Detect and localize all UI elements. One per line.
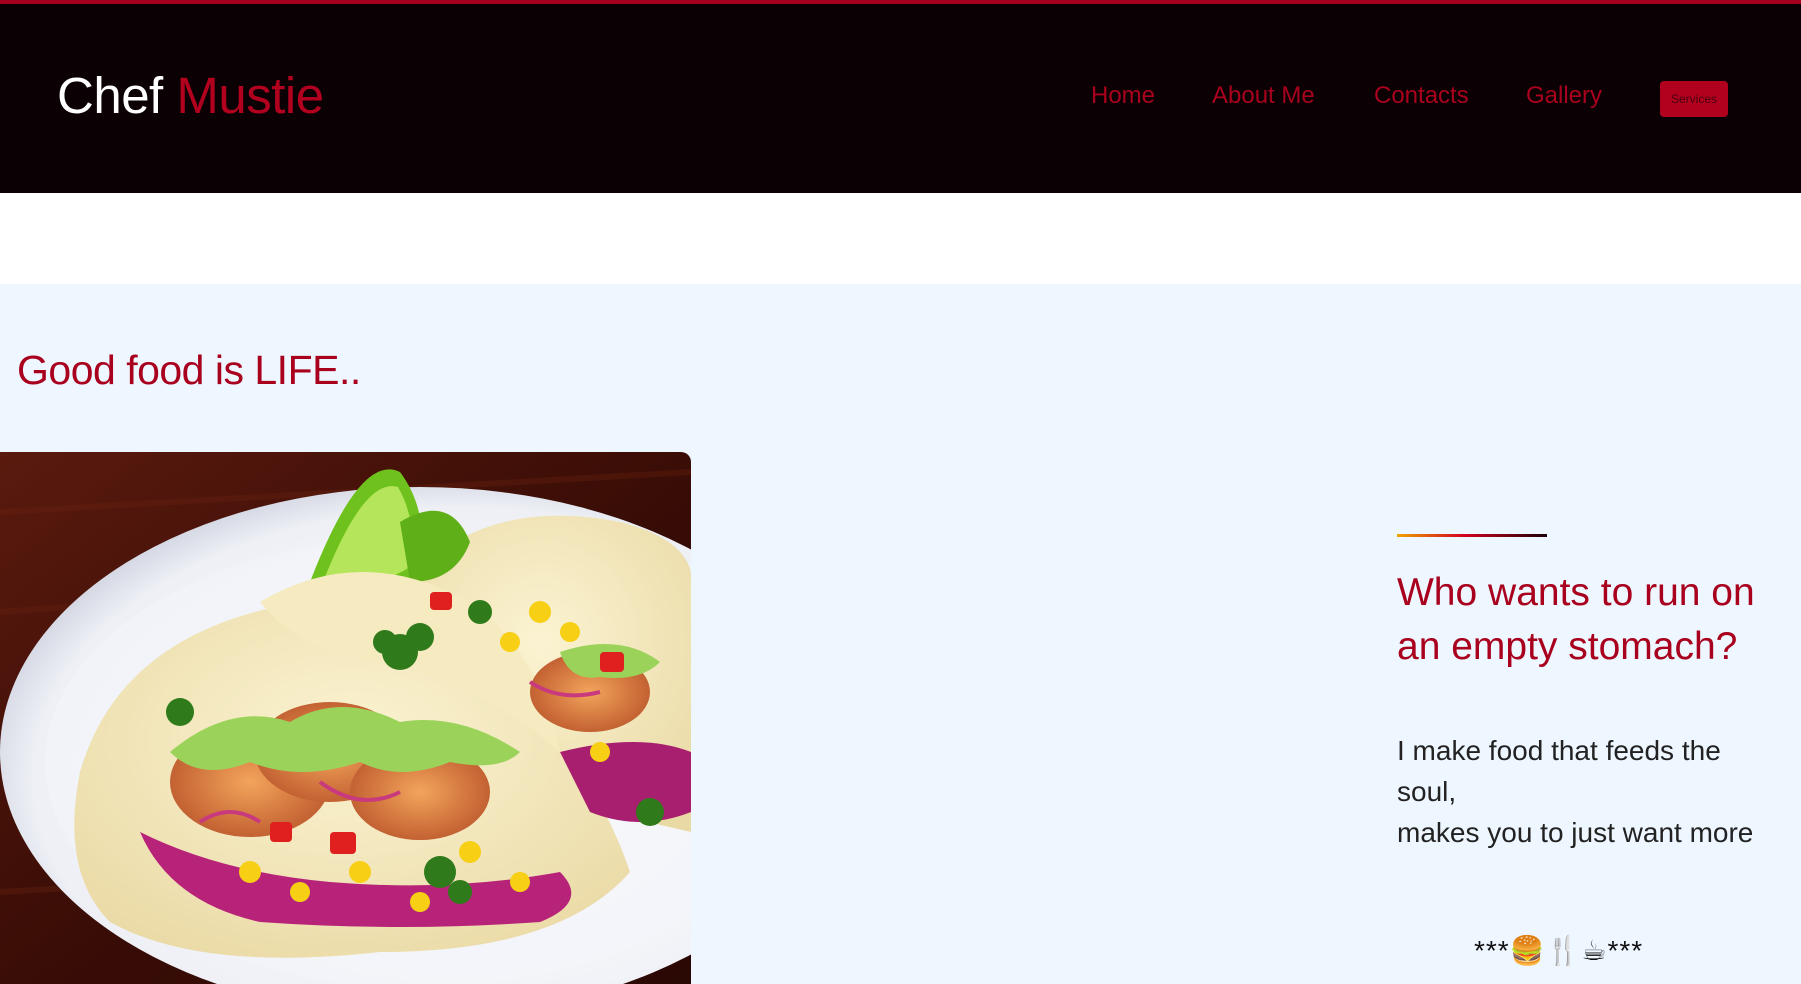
nav-gallery[interactable]: Gallery <box>1526 76 1602 116</box>
spacer-band <box>0 193 1801 284</box>
hero-body-text: I make food that feeds the soul, makes y… <box>1397 730 1777 853</box>
services-button[interactable]: Services <box>1660 81 1728 117</box>
main-nav: Home About Me Contacts Gallery <box>0 76 1801 116</box>
food-ornament: ***🍔🍴☕*** <box>1474 935 1644 966</box>
site-header: Chef Mustie Home About Me Contacts Galle… <box>0 4 1801 193</box>
hero-tagline: Good food is LIFE.. <box>17 347 361 393</box>
body-line-1: I make food that feeds the soul, <box>1397 735 1721 807</box>
nav-contacts[interactable]: Contacts <box>1374 76 1469 116</box>
hero-section: Good food is LIFE.. Who wants to run on … <box>0 284 1801 984</box>
body-line-2: makes you to just want more <box>1397 817 1754 848</box>
accent-divider <box>1397 534 1547 537</box>
nav-about-me[interactable]: About Me <box>1212 76 1315 116</box>
hero-headline: Who wants to run on an empty stomach? <box>1397 571 1755 668</box>
tacos-photo <box>0 452 691 984</box>
nav-home[interactable]: Home <box>1091 76 1155 116</box>
